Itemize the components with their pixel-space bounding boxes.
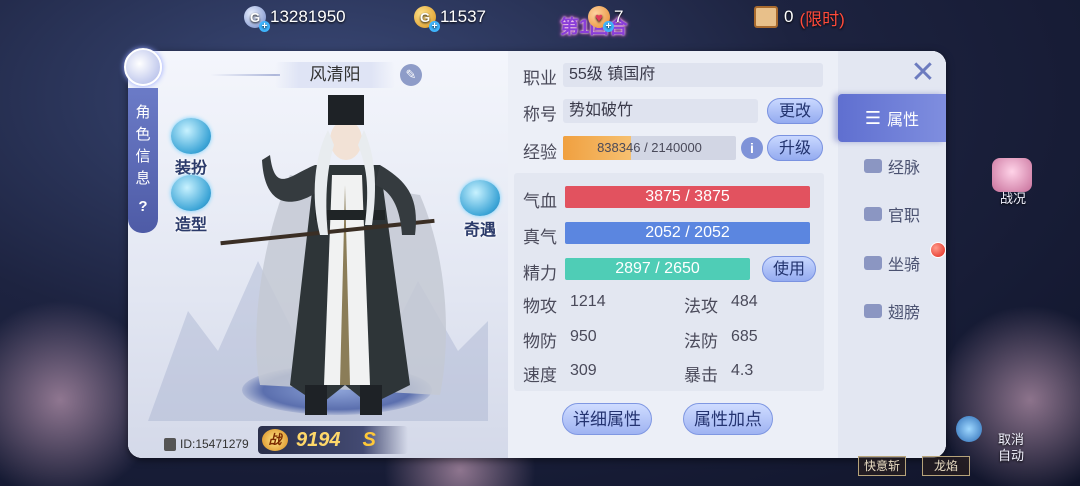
role-info-tab[interactable]: 角色信息 ? <box>124 48 162 248</box>
gold-coin-icon: G + <box>414 6 440 32</box>
mp-label: 真气 <box>523 228 557 247</box>
title-label: 称号 <box>523 105 557 124</box>
mdef-value: 685 <box>731 328 758 345</box>
tab-attributes[interactable]: ☰ 属性 <box>838 94 946 142</box>
role-info-text: 角色信息 <box>135 104 151 187</box>
patk-value: 1214 <box>570 293 606 310</box>
paw-icon[interactable] <box>956 416 982 442</box>
close-icon[interactable]: ✕ <box>908 58 938 88</box>
battle-status-label: 战况 <box>999 191 1026 206</box>
scroll-item[interactable]: 0 (限时) <box>754 4 845 30</box>
silver-currency[interactable]: G + 13281950 <box>244 4 346 32</box>
tab-label: 翅膀 <box>887 305 920 322</box>
character-id-text: ID:15471279 <box>180 437 249 451</box>
power-icon: 战 <box>262 429 288 451</box>
title-value: 势如破竹 <box>563 99 758 123</box>
mount-icon <box>863 256 882 270</box>
style-icon <box>171 175 211 211</box>
speed-label: 速度 <box>523 366 557 385</box>
tab-label: 属性 <box>887 112 920 129</box>
tab-label: 官职 <box>887 208 920 225</box>
combat-grade: S <box>362 428 376 451</box>
heart-count: 7 <box>614 7 624 26</box>
armor-icon <box>171 118 211 154</box>
cancel-auto-button[interactable]: 取消 自动 <box>994 432 1028 464</box>
tab-label: 经脉 <box>887 160 920 177</box>
exp-text: 838346 / 2140000 <box>597 140 702 155</box>
exp-label: 经验 <box>523 143 557 162</box>
change-title-button[interactable]: 更改 <box>767 98 823 124</box>
heart-currency[interactable]: ♥ + 7 <box>588 4 624 32</box>
crit-label: 暴击 <box>684 366 718 385</box>
scroll-count: 0 <box>784 7 794 26</box>
mdef-label: 法防 <box>684 332 718 351</box>
matk-label: 法攻 <box>684 297 718 316</box>
combat-power-value: 9194 <box>296 428 341 451</box>
edit-name-button[interactable]: ✎ <box>400 64 422 86</box>
character-id: ID:15471279 <box>164 437 249 451</box>
gold-currency[interactable]: G + 11537 <box>414 4 487 32</box>
moon-icon <box>124 48 162 86</box>
top-resource-bar: G + 13281950 G + 11537 第1回合 ♥ + 7 0 (限时) <box>0 0 1080 38</box>
speed-value: 309 <box>570 362 597 379</box>
tab-wings[interactable]: 翅膀 <box>838 287 946 335</box>
silver-amount: 13281950 <box>270 7 346 26</box>
crit-value: 4.3 <box>731 362 754 379</box>
heart-icon: ♥ + <box>588 6 614 32</box>
notification-dot <box>930 242 946 258</box>
pdef-label: 物防 <box>523 332 557 351</box>
hp-label: 气血 <box>523 192 557 211</box>
hp-text: 3875 / 3875 <box>645 188 730 205</box>
sp-label: 精力 <box>523 264 557 283</box>
skill-quick-slash[interactable]: 快意斩 <box>858 456 906 476</box>
list-icon: ☰ <box>864 107 882 128</box>
scroll-icon <box>754 6 778 28</box>
pencil-icon: ✎ <box>405 67 417 82</box>
help-icon[interactable]: ? <box>128 196 158 218</box>
tab-rank[interactable]: 官职 <box>838 190 946 238</box>
silver-coin-icon: G + <box>244 6 270 32</box>
style-label: 造型 <box>174 217 207 234</box>
role-info-label: 角色信息 ? <box>128 88 158 233</box>
limited-tag: (限时) <box>799 9 845 29</box>
matk-value: 484 <box>731 293 758 310</box>
tab-label: 坐骑 <box>887 257 920 274</box>
combat-power-badge: 战 9194 S <box>258 426 408 454</box>
sp-text: 2897 / 2650 <box>615 260 700 277</box>
wings-icon <box>863 304 882 318</box>
gold-amount: 11537 <box>440 7 487 26</box>
exp-bar: 838346 / 2140000 <box>563 136 736 160</box>
mp-bar: 2052 / 2052 <box>565 222 810 244</box>
name-decoration-left <box>210 74 280 76</box>
mp-text: 2052 / 2052 <box>645 224 730 241</box>
sp-bar: 2897 / 2650 <box>565 258 750 280</box>
patk-label: 物攻 <box>523 297 557 316</box>
job-label: 职业 <box>523 69 557 88</box>
id-card-icon <box>164 437 176 451</box>
battle-status-icon[interactable] <box>992 158 1032 192</box>
meridian-icon <box>863 159 882 173</box>
use-button[interactable]: 使用 <box>762 256 816 282</box>
add-points-button[interactable]: 属性加点 <box>683 403 773 435</box>
detail-attributes-button[interactable]: 详细属性 <box>562 403 652 435</box>
info-icon[interactable]: i <box>741 137 763 159</box>
upgrade-button[interactable]: 升级 <box>767 135 823 161</box>
pdef-value: 950 <box>570 328 597 345</box>
tab-meridian[interactable]: 经脉 <box>838 142 946 190</box>
character-model <box>220 95 446 415</box>
hp-bar: 3875 / 3875 <box>565 186 810 208</box>
job-value: 55级 镇国府 <box>563 63 823 87</box>
skill-dragon-flame[interactable]: 龙焰 <box>922 456 970 476</box>
style-button[interactable]: 造型 <box>166 175 216 235</box>
rank-icon <box>863 207 882 221</box>
dress-button[interactable]: 装扮 <box>166 118 216 178</box>
